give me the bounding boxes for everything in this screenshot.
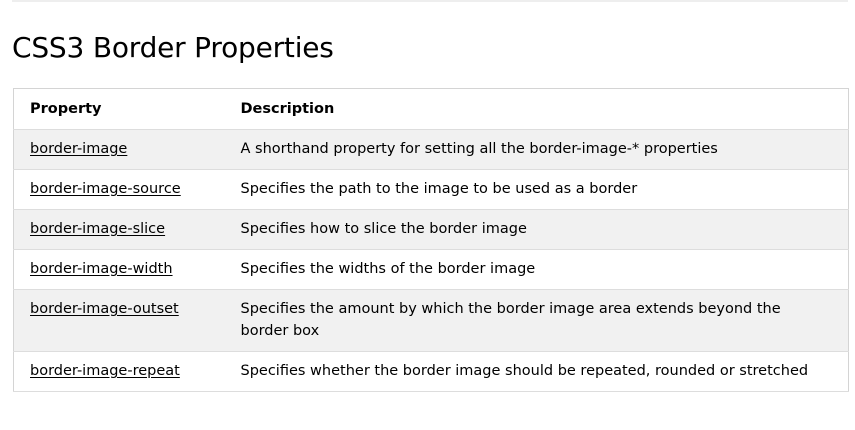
description-text: Specifies the widths of the border image: [240, 261, 536, 277]
property-link-border-image-outset[interactable]: border-image-outset: [30, 301, 179, 317]
property-cell: border-image-slice: [13, 209, 225, 250]
property-link-border-image-slice[interactable]: border-image-slice: [30, 221, 165, 237]
properties-table: Property Description border-image A shor…: [13, 88, 849, 392]
description-cell: Specifies the amount by which the border…: [224, 289, 849, 352]
property-link-border-image-repeat[interactable]: border-image-repeat: [30, 363, 180, 379]
description-text: A shorthand property for setting all the…: [240, 141, 718, 157]
table-row: border-image-outset Specifies the amount…: [13, 289, 849, 352]
description-cell: Specifies the path to the image to be us…: [224, 169, 849, 210]
table-row: border-image-repeat Specifies whether th…: [13, 351, 849, 392]
description-text: Specifies whether the border image shoul…: [240, 363, 809, 379]
property-cell: border-image-source: [13, 169, 225, 210]
description-cell: Specifies the widths of the border image: [224, 249, 849, 290]
table-row: border-image-source Specifies the path t…: [13, 169, 849, 210]
description-cell: Specifies whether the border image shoul…: [224, 351, 849, 392]
table-header-row: Property Description: [13, 88, 849, 130]
description-cell: Specifies how to slice the border image: [224, 209, 849, 250]
description-text: Specifies how to slice the border image: [240, 221, 527, 237]
property-cell: border-image-outset: [13, 289, 225, 352]
table-row: border-image-width Specifies the widths …: [13, 249, 849, 290]
top-divider: [12, 0, 848, 2]
description-text: Specifies the path to the image to be us…: [240, 181, 638, 197]
description-cell: A shorthand property for setting all the…: [224, 129, 849, 170]
header-description: Description: [224, 88, 849, 130]
table-row: border-image A shorthand property for se…: [13, 129, 849, 170]
property-cell: border-image: [13, 129, 225, 170]
property-cell: border-image-repeat: [13, 351, 225, 392]
table-row: border-image-slice Specifies how to slic…: [13, 209, 849, 250]
property-link-border-image[interactable]: border-image: [30, 141, 127, 157]
property-link-border-image-width[interactable]: border-image-width: [30, 261, 173, 277]
property-link-border-image-source[interactable]: border-image-source: [30, 181, 181, 197]
property-cell: border-image-width: [13, 249, 225, 290]
page-title: CSS3 Border Properties: [12, 31, 334, 64]
header-property: Property: [13, 88, 225, 130]
description-text: Specifies the amount by which the border…: [240, 301, 781, 339]
